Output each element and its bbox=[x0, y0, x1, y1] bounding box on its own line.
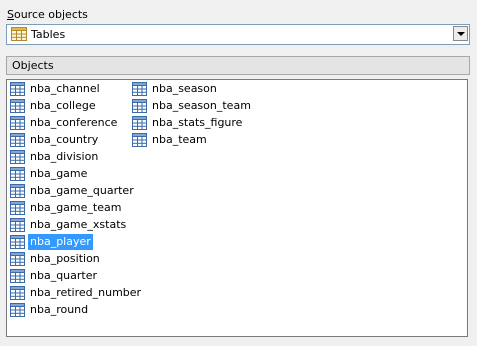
table-icon bbox=[10, 235, 25, 249]
objects-list[interactable]: nba_channel nba_college nba_conference nba_… bbox=[6, 79, 468, 337]
list-item-label: nba_game_xstats bbox=[30, 218, 127, 231]
table-icon bbox=[132, 99, 147, 113]
chevron-down-icon[interactable] bbox=[453, 26, 468, 41]
table-icon bbox=[11, 27, 27, 41]
list-item-label: nba_season_team bbox=[152, 99, 251, 112]
list-item-label: nba_position bbox=[30, 252, 100, 265]
table-icon bbox=[10, 133, 25, 147]
table-icon bbox=[10, 167, 25, 181]
table-icon bbox=[10, 150, 25, 164]
list-item-label: nba_division bbox=[30, 150, 99, 163]
table-icon bbox=[132, 133, 147, 147]
source-objects-combo[interactable]: Tables bbox=[6, 24, 470, 45]
table-icon bbox=[10, 303, 25, 317]
objects-panel-header: Objects bbox=[6, 56, 470, 75]
source-objects-value: Tables bbox=[31, 28, 66, 41]
table-icon bbox=[10, 184, 25, 198]
table-icon bbox=[10, 82, 25, 96]
table-icon bbox=[10, 116, 25, 130]
table-icon bbox=[10, 99, 25, 113]
source-objects-label-accel: S bbox=[7, 8, 14, 21]
list-item-label: nba_college bbox=[30, 99, 96, 112]
source-objects-label-rest: ource objects bbox=[13, 8, 88, 21]
list-item-label: nba_round bbox=[30, 303, 89, 316]
list-item-label: nba_player bbox=[28, 234, 93, 250]
table-icon bbox=[132, 116, 147, 130]
table-icon bbox=[10, 218, 25, 232]
source-objects-label: Source objects bbox=[7, 8, 88, 22]
list-item-label: nba_game_team bbox=[30, 201, 122, 214]
table-icon bbox=[10, 286, 25, 300]
objects-panel-title: Objects bbox=[12, 59, 54, 72]
list-item-label: nba_retired_number bbox=[30, 286, 142, 299]
list-item-label: nba_game_quarter bbox=[30, 184, 134, 197]
list-item-label: nba_game bbox=[30, 167, 88, 180]
table-icon bbox=[10, 252, 25, 266]
list-item-label: nba_stats_figure bbox=[152, 116, 243, 129]
list-item-label: nba_team bbox=[152, 133, 207, 146]
list-item-label: nba_season bbox=[152, 82, 217, 95]
list-item-label: nba_channel bbox=[30, 82, 100, 95]
list-item-label: nba_quarter bbox=[30, 269, 98, 282]
table-icon bbox=[10, 269, 25, 283]
list-item-label: nba_country bbox=[30, 133, 99, 146]
table-icon bbox=[10, 201, 25, 215]
list-item-label: nba_conference bbox=[30, 116, 118, 129]
table-icon bbox=[132, 82, 147, 96]
